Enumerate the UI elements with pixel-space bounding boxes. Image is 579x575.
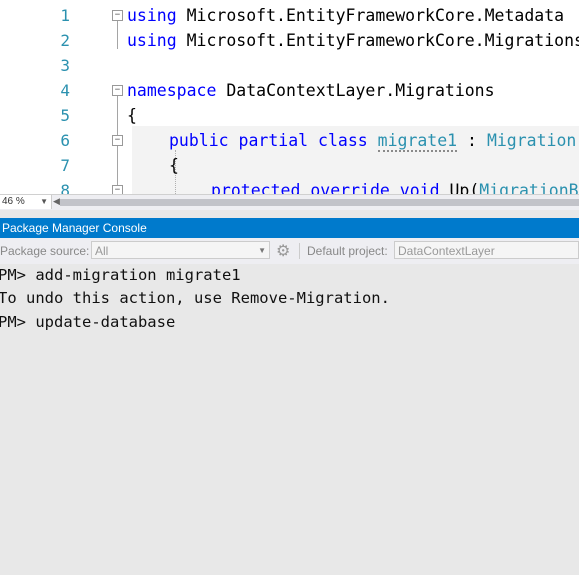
collapse-toggle-icon[interactable]: − xyxy=(112,185,123,194)
package-source-label: Package source: xyxy=(0,244,90,258)
line-number: 1 xyxy=(60,6,70,25)
collapse-toggle-icon[interactable]: − xyxy=(112,10,123,21)
code-text: DataContextLayer.Migrations xyxy=(216,81,495,100)
toolbar-divider xyxy=(299,243,300,259)
console-output[interactable]: PM> add-migration migrate1 To undo this … xyxy=(0,264,579,575)
code-line-6[interactable]: public partial class migrate1 : Migratio… xyxy=(169,131,577,152)
keyword: void xyxy=(399,181,440,194)
keyword: using xyxy=(127,31,177,50)
keyword: namespace xyxy=(127,81,217,100)
console-line: To undo this action, use Remove-Migratio… xyxy=(0,289,390,307)
horizontal-scrollbar[interactable] xyxy=(60,199,579,206)
base-type: Migration xyxy=(486,131,577,150)
chevron-down-icon: ▼ xyxy=(40,197,48,206)
chevron-down-icon: ▼ xyxy=(258,246,266,255)
editor-statusbar: 46 % ▼ ◀ xyxy=(0,194,579,210)
console-line: PM> add-migration migrate1 xyxy=(0,266,241,284)
code-text: Microsoft.EntityFrameworkCore.Metadata xyxy=(176,6,565,25)
code-line-1[interactable]: using Microsoft.EntityFrameworkCore.Meta… xyxy=(127,6,564,26)
keyword: override xyxy=(310,181,390,194)
keyword: partial xyxy=(238,131,309,150)
line-number: 3 xyxy=(60,56,70,75)
code-line-7[interactable]: { xyxy=(169,156,179,176)
pmc-toolbar: Package source: All ▼ ⚙ Default project: … xyxy=(0,238,579,265)
fold-guide xyxy=(117,21,118,49)
collapse-toggle-icon[interactable]: − xyxy=(112,85,123,96)
console-line: PM> update-database xyxy=(0,313,176,331)
package-source-value: All xyxy=(95,244,109,258)
default-project-label: Default project: xyxy=(307,244,388,258)
code-text: : xyxy=(457,131,487,150)
gear-icon[interactable]: ⚙ xyxy=(276,241,290,261)
zoom-dropdown[interactable]: 46 % ▼ xyxy=(0,195,52,209)
default-project-dropdown[interactable]: DataContextLayer xyxy=(394,241,579,259)
keyword: protected xyxy=(211,181,301,194)
line-number: 8 xyxy=(60,181,70,194)
code-line-2[interactable]: using Microsoft.EntityFrameworkCore.Migr… xyxy=(127,31,579,51)
line-number: 4 xyxy=(60,81,70,100)
code-text: Microsoft.EntityFrameworkCore.Migrations xyxy=(176,31,579,50)
package-source-dropdown[interactable]: All ▼ xyxy=(91,241,270,259)
keyword: using xyxy=(127,6,177,25)
code-line-5[interactable]: { xyxy=(127,106,137,126)
zoom-level: 46 % xyxy=(2,196,25,207)
code-editor[interactable]: 1 2 3 4 5 6 7 8 − − − − using Microsoft.… xyxy=(0,0,579,194)
code-text: { xyxy=(127,106,137,125)
line-number: 5 xyxy=(60,106,70,125)
code-text: Up( xyxy=(439,181,480,194)
line-number: 6 xyxy=(60,131,70,150)
keyword: class xyxy=(318,131,368,150)
code-text: { xyxy=(169,156,179,175)
scroll-left-icon[interactable]: ◀ xyxy=(53,196,60,207)
panel-title[interactable]: Package Manager Console xyxy=(0,218,579,238)
class-name[interactable]: migrate1 xyxy=(377,131,458,152)
code-line-8[interactable]: protected override void Up(MigrationBuil… xyxy=(211,181,579,194)
default-project-value: DataContextLayer xyxy=(398,244,495,258)
code-line-4[interactable]: namespace DataContextLayer.Migrations xyxy=(127,81,495,101)
collapse-toggle-icon[interactable]: − xyxy=(112,135,123,146)
line-number: 2 xyxy=(60,31,70,50)
line-number: 7 xyxy=(60,156,70,175)
keyword: public xyxy=(169,131,229,150)
param-type: MigrationBuilder xyxy=(479,181,579,194)
